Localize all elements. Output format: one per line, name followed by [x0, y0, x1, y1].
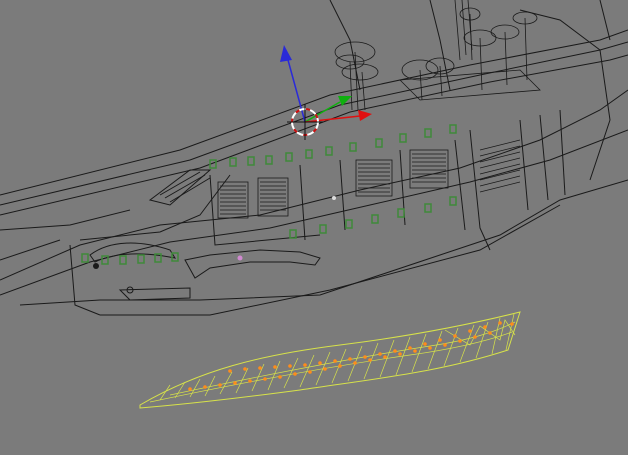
vertex-dot [93, 263, 99, 269]
scene-canvas[interactable] [0, 0, 628, 455]
selected-mesh-strip[interactable] [139, 311, 521, 409]
3d-cursor-icon[interactable] [287, 104, 323, 140]
3d-viewport[interactable] [0, 0, 628, 455]
strip-edges [149, 313, 516, 403]
transform-manipulator[interactable] [280, 45, 372, 140]
pivot-dot [237, 255, 243, 261]
origin-dot [332, 196, 336, 200]
strip-vertices[interactable] [188, 321, 514, 391]
